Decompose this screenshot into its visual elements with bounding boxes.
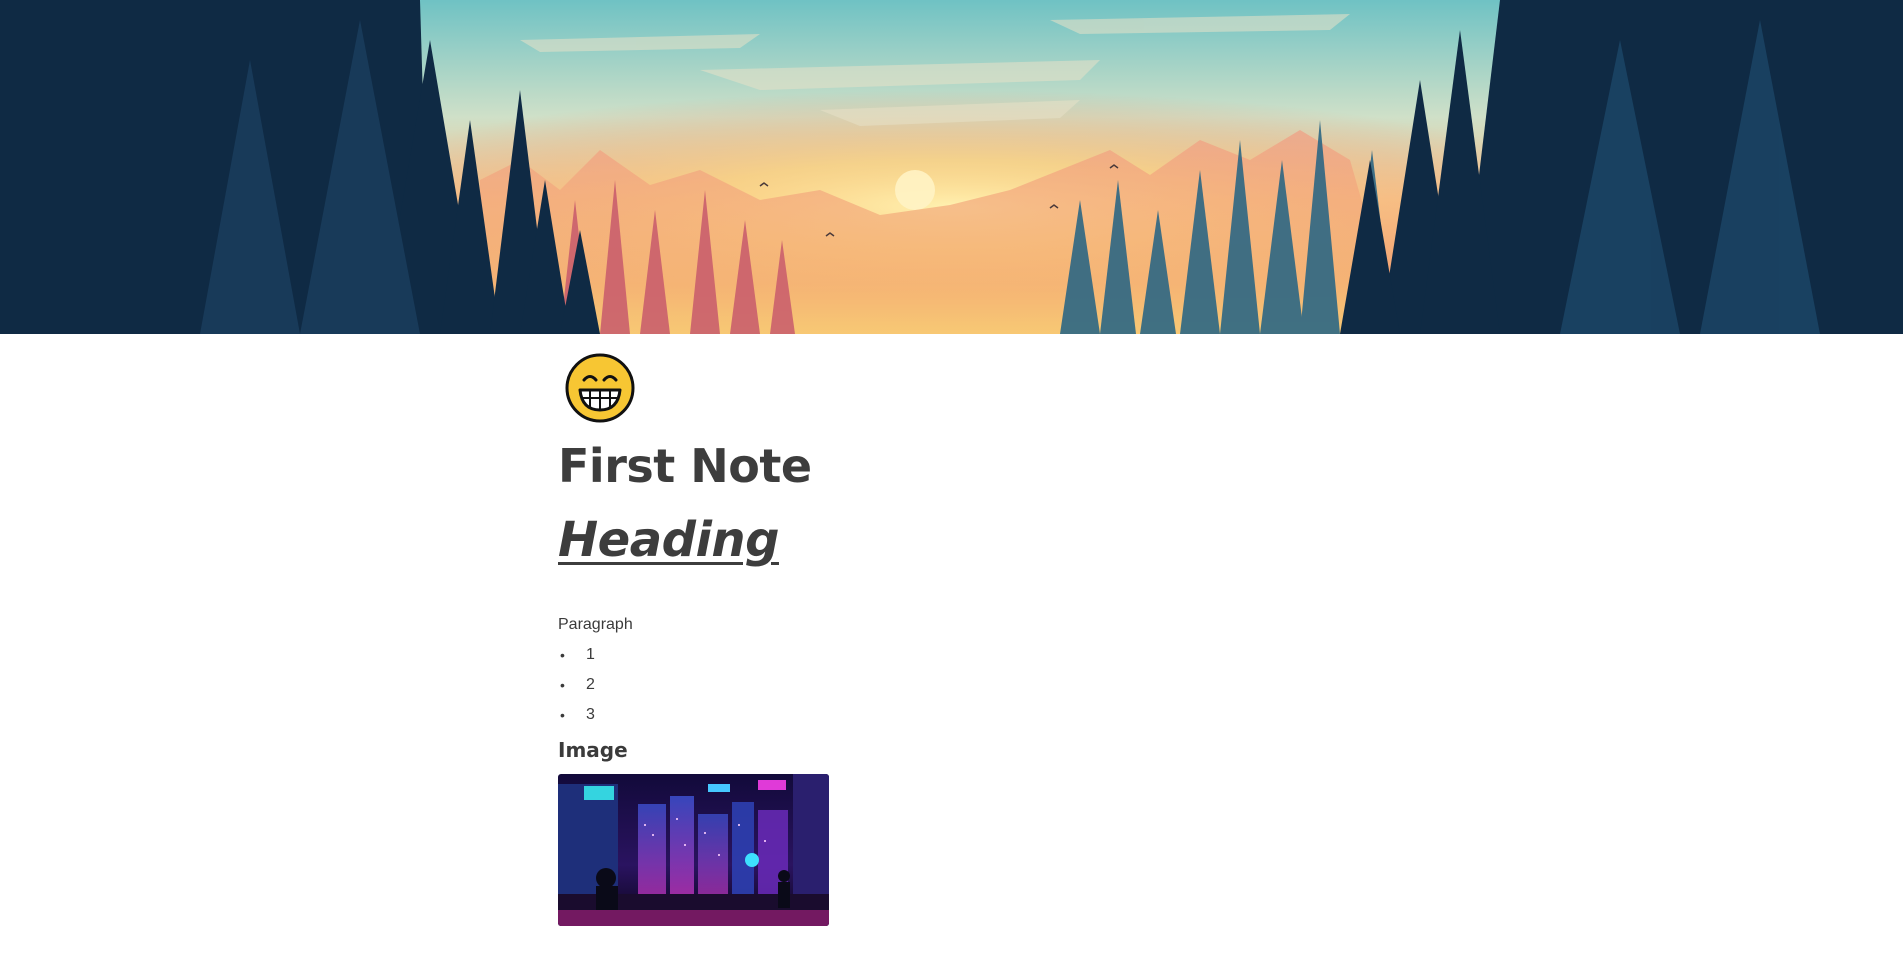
bullet-marker: • xyxy=(560,647,565,663)
image-block[interactable] xyxy=(558,774,829,926)
cyberpunk-city-image xyxy=(558,774,829,926)
list-item[interactable]: • 3 xyxy=(558,704,1358,734)
heading-block[interactable]: Heading xyxy=(558,510,1358,570)
cover-image[interactable] xyxy=(0,0,1903,334)
forest-sunset-illustration xyxy=(0,0,1903,334)
note-body: First Note Heading Paragraph • 1 • 2 • 3… xyxy=(558,352,1358,926)
bullet-marker: • xyxy=(560,707,565,723)
subheading-block[interactable]: Image xyxy=(558,736,1358,764)
bulleted-list: • 1 • 2 • 3 xyxy=(558,644,1358,734)
list-item[interactable]: • 1 xyxy=(558,644,1358,674)
paragraph-block[interactable]: Paragraph xyxy=(558,614,1358,636)
list-item-text: 2 xyxy=(586,676,595,693)
bullet-marker: • xyxy=(560,677,565,693)
grinning-face-icon[interactable] xyxy=(564,352,636,424)
list-item[interactable]: • 2 xyxy=(558,674,1358,704)
list-item-text: 3 xyxy=(586,706,595,723)
page-title[interactable]: First Note xyxy=(558,438,1358,494)
list-item-text: 1 xyxy=(586,646,595,663)
